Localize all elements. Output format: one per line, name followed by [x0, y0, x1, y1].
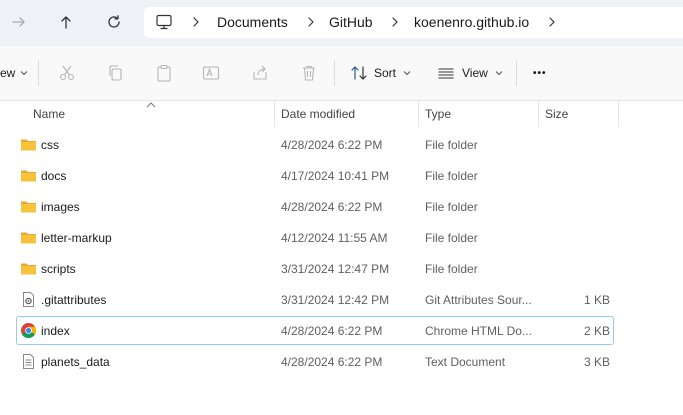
file-date: 4/28/2024 6:22 PM — [281, 200, 383, 214]
chevron-right-icon[interactable] — [305, 16, 317, 28]
refresh-icon — [108, 15, 120, 28]
sort-button[interactable]: Sort — [350, 60, 411, 86]
chevron-right-icon[interactable] — [546, 16, 558, 28]
copy-button[interactable] — [107, 60, 125, 86]
view-label: View — [462, 66, 488, 80]
arrow-up-icon — [61, 16, 71, 29]
folder-icon — [21, 139, 36, 151]
new-button-label: ew — [0, 66, 16, 80]
file-type: Chrome HTML Do... — [425, 324, 532, 338]
chevron-down-icon — [495, 71, 503, 76]
list-item[interactable]: .gitattributes 3/31/2024 12:42 PM Git At… — [16, 285, 614, 314]
column-header-type[interactable]: Type — [425, 107, 451, 121]
file-size: 1 KB — [583, 293, 610, 307]
file-name: images — [41, 200, 80, 214]
file-type: File folder — [425, 262, 478, 276]
rename-button[interactable] — [202, 60, 220, 86]
command-bar: ew Sort View ••• — [0, 46, 683, 101]
file-date: 4/28/2024 6:22 PM — [281, 138, 383, 152]
file-size: 3 KB — [583, 355, 610, 369]
breadcrumb-item-koenenro-github-io[interactable]: koenenro.github.io — [414, 14, 529, 30]
file-name: letter-markup — [41, 231, 112, 245]
sort-icon — [351, 66, 367, 80]
sort-label: Sort — [374, 66, 397, 80]
file-type: File folder — [425, 200, 478, 214]
toolbar-divider — [334, 60, 335, 86]
chrome-icon — [21, 323, 37, 339]
rename-icon — [202, 66, 220, 80]
delete-button[interactable] — [300, 60, 318, 86]
column-header-date-modified[interactable]: Date modified — [281, 107, 355, 121]
breadcrumb-item-github[interactable]: GitHub — [329, 14, 373, 30]
toolbar-divider — [516, 60, 517, 86]
clipboard-icon — [157, 64, 171, 82]
breadcrumb[interactable]: Documents GitHub koenenro.github.io — [144, 7, 683, 38]
sort-ascending-icon — [146, 102, 156, 108]
list-item[interactable]: docs 4/17/2024 10:41 PM File folder — [16, 161, 614, 190]
list-item[interactable]: letter-markup 4/12/2024 11:55 AM File fo… — [16, 223, 614, 252]
file-type: Text Document — [425, 355, 506, 369]
file-type: Git Attributes Sour... — [425, 293, 532, 307]
list-item[interactable]: css 4/28/2024 6:22 PM File folder — [16, 130, 614, 159]
list-item[interactable]: planets_data 4/28/2024 6:22 PM Text Docu… — [16, 347, 614, 376]
file-name: .gitattributes — [41, 293, 107, 307]
column-divider[interactable] — [274, 101, 275, 127]
file-date: 3/31/2024 12:42 PM — [281, 293, 390, 307]
column-header-size[interactable]: Size — [545, 107, 568, 121]
file-date: 4/17/2024 10:41 PM — [281, 169, 390, 183]
file-type: File folder — [425, 231, 478, 245]
chevron-down-icon — [403, 71, 411, 76]
column-header: Name Date modified Type Size — [0, 101, 683, 127]
share-button[interactable] — [251, 60, 269, 86]
text-file-icon — [23, 354, 34, 369]
file-name: planets_data — [41, 355, 110, 369]
arrow-right-icon — [12, 17, 25, 27]
forward-button[interactable] — [4, 9, 34, 35]
this-pc-icon[interactable] — [155, 13, 173, 31]
file-name: css — [41, 138, 59, 152]
refresh-button[interactable] — [99, 9, 129, 35]
folder-icon — [21, 170, 36, 182]
file-type: File folder — [425, 138, 478, 152]
breadcrumb-item-documents[interactable]: Documents — [217, 14, 288, 30]
file-type: File folder — [425, 169, 478, 183]
trash-icon — [303, 65, 315, 81]
file-date: 4/28/2024 6:22 PM — [281, 355, 383, 369]
up-button[interactable] — [51, 9, 81, 35]
column-header-name[interactable]: Name — [33, 107, 65, 121]
copy-icon — [109, 65, 122, 81]
more-options-icon: ••• — [533, 67, 547, 79]
chevron-right-icon[interactable] — [389, 16, 401, 28]
folder-icon — [21, 232, 36, 244]
column-divider[interactable] — [418, 101, 419, 127]
file-date: 4/28/2024 6:22 PM — [281, 324, 383, 338]
toolbar-divider — [38, 60, 39, 86]
cut-button[interactable] — [58, 60, 76, 86]
config-file-icon — [23, 292, 34, 307]
chevron-down-icon — [20, 71, 28, 76]
column-divider[interactable] — [538, 101, 539, 127]
file-date: 3/31/2024 12:47 PM — [281, 262, 390, 276]
share-icon — [253, 65, 267, 80]
file-name: index — [41, 324, 70, 338]
list-item-selected[interactable]: index 4/28/2024 6:22 PM Chrome HTML Do..… — [16, 316, 614, 345]
view-button[interactable]: View — [437, 60, 503, 86]
see-more-button[interactable]: ••• — [533, 60, 547, 86]
view-list-icon — [438, 68, 454, 79]
chevron-right-icon[interactable] — [190, 16, 202, 28]
file-name: docs — [41, 169, 67, 183]
list-item[interactable]: images 4/28/2024 6:22 PM File folder — [16, 192, 614, 221]
column-divider[interactable] — [618, 101, 619, 127]
address-bar: Documents GitHub koenenro.github.io — [0, 0, 683, 46]
list-item[interactable]: scripts 3/31/2024 12:47 PM File folder — [16, 254, 614, 283]
new-button[interactable]: ew — [0, 60, 28, 86]
folder-icon — [21, 201, 36, 213]
scissors-icon — [59, 65, 75, 81]
file-date: 4/12/2024 11:55 AM — [281, 231, 388, 245]
file-size: 2 KB — [583, 324, 610, 338]
folder-icon — [21, 263, 36, 275]
paste-button[interactable] — [155, 60, 173, 86]
file-name: scripts — [41, 262, 76, 276]
